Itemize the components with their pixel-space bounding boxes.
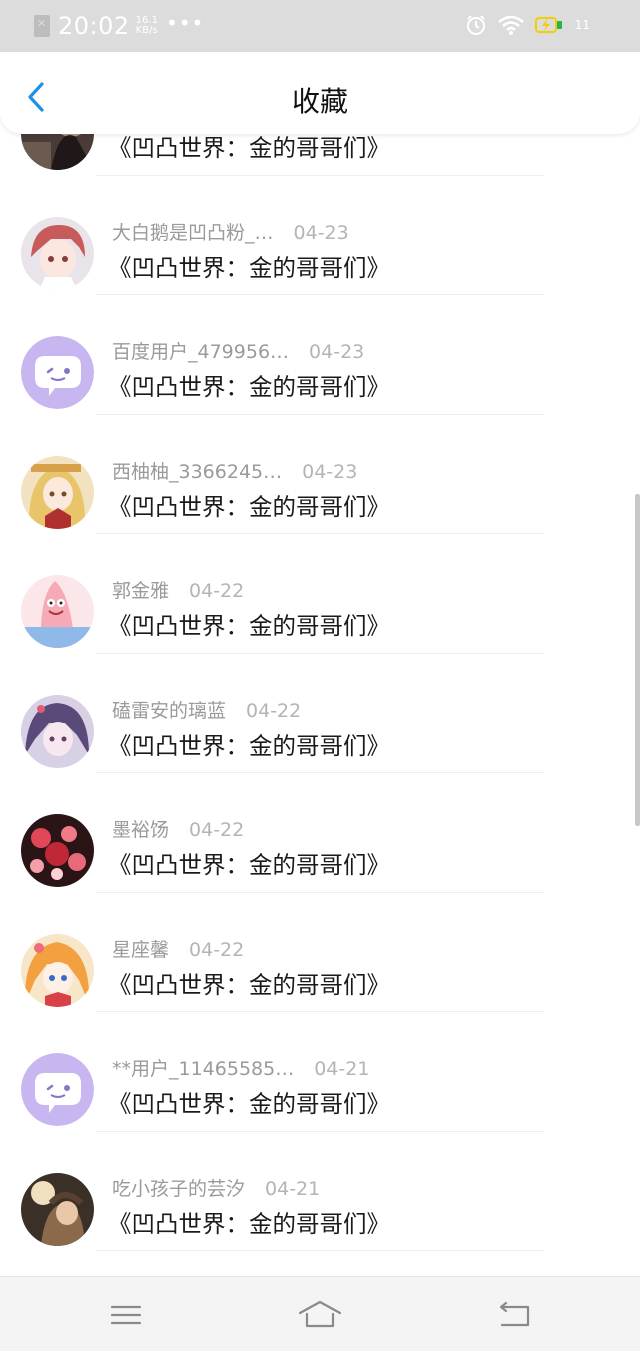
item-title[interactable]: 《凹凸世界：金的哥哥们》 [108,1085,390,1119]
username: 大白鹅是凹凸粉_… [112,221,274,244]
favorites-list[interactable]: 《凹凸世界：金的哥哥们》 大白鹅是凹凸粉_… 04-23 《凹凸世界：金的哥哥们》 [0,134,640,1276]
item-date: 04-23 [293,221,349,244]
avatar[interactable] [21,933,94,1007]
username: 墨裕饧 [112,819,170,841]
item-date: 04-22 [189,819,245,841]
item-meta: 郭金雅 04-22 [112,576,244,603]
item-meta: 大白鹅是凹凸粉_… 04-23 [112,218,349,245]
item-meta: 百度用户_479956… 04-23 [112,337,364,364]
item-title[interactable]: 《凹凸世界：金的哥哥们》 [108,488,390,522]
menu-icon[interactable] [106,1299,146,1331]
back-icon[interactable] [494,1299,534,1331]
username: 百度用户_479956… [112,341,290,363]
battery-level: 11 [574,18,590,32]
item-title[interactable]: 《凹凸世界：金的哥哥们》 [108,846,390,880]
scrollbar[interactable] [635,494,640,826]
item-meta: 西柚柚_3366245… 04-23 [112,457,357,484]
item-title[interactable]: 《凹凸世界：金的哥哥们》 [108,134,390,163]
item-date: 04-21 [314,1058,370,1080]
avatar[interactable] [21,1172,94,1246]
home-icon[interactable] [298,1299,342,1331]
item-meta: 星座馨 04-22 [112,935,244,962]
status-bar: 20:02 16.1 KB/s ••• 11 [0,0,640,52]
item-date: 04-21 [265,1177,321,1200]
more-notifications: ••• [165,11,205,35]
list-item[interactable]: 郭金雅 04-22 《凹凸世界：金的哥哥们》 [0,534,640,654]
avatar[interactable] [21,134,94,170]
sim-off-icon [34,15,50,37]
avatar[interactable] [21,216,94,290]
item-title[interactable]: 《凹凸世界：金的哥哥们》 [108,607,390,641]
list-item[interactable]: **用户_11465585… 04-21 《凹凸世界：金的哥哥们》 [0,1012,640,1132]
item-meta: 吃小孩子的芸汐 04-21 [112,1174,320,1201]
charging-icon [534,17,562,33]
avatar[interactable] [21,336,94,409]
avatar[interactable] [21,575,94,648]
list-item[interactable]: 西柚柚_3366245… 04-23 《凹凸世界：金的哥哥们》 [0,415,640,534]
list-item[interactable]: 星座馨 04-22 《凹凸世界：金的哥哥们》 [0,893,640,1012]
app-header: 收藏 [0,52,640,134]
item-title[interactable]: 《凹凸世界：金的哥哥们》 [108,368,390,402]
alarm-icon [466,15,485,35]
divider [96,1250,544,1251]
list-item[interactable]: 百度用户_479956… 04-23 《凹凸世界：金的哥哥们》 [0,295,640,415]
username: 西柚柚_3366245… [112,460,283,483]
list-item[interactable]: 磕雷安的璃蓝 04-22 《凹凸世界：金的哥哥们》 [0,654,640,773]
item-title[interactable]: 《凹凸世界：金的哥哥们》 [108,966,390,1000]
item-meta: 磕雷安的璃蓝 04-22 [112,696,301,723]
network-speed: 16.1 KB/s [136,16,158,36]
item-title[interactable]: 《凹凸世界：金的哥哥们》 [108,249,390,283]
item-date: 04-22 [189,580,245,602]
avatar[interactable] [21,1053,94,1126]
avatar[interactable] [21,814,94,887]
username: **用户_11465585… [112,1058,295,1080]
item-date: 04-23 [309,341,365,363]
wifi-icon [497,15,524,35]
username: 郭金雅 [112,580,170,602]
status-time: 20:02 [58,12,130,40]
avatar[interactable] [21,455,94,529]
avatar[interactable] [21,694,94,768]
item-date: 04-22 [246,699,302,722]
username: 磕雷安的璃蓝 [112,699,227,722]
list-item[interactable]: 《凹凸世界：金的哥哥们》 [0,134,640,176]
username: 吃小孩子的芸汐 [112,1177,246,1200]
item-date: 04-23 [302,460,358,483]
list-item[interactable]: 墨裕饧 04-22 《凹凸世界：金的哥哥们》 [0,773,640,893]
list-item[interactable]: 吃小孩子的芸汐 04-21 《凹凸世界：金的哥哥们》 [0,1132,640,1251]
system-nav-bar [0,1276,640,1351]
item-date: 04-22 [189,938,245,961]
item-title[interactable]: 《凹凸世界：金的哥哥们》 [108,1205,390,1239]
item-meta: **用户_11465585… 04-21 [112,1054,369,1081]
list-item[interactable]: 大白鹅是凹凸粉_… 04-23 《凹凸世界：金的哥哥们》 [0,176,640,295]
speed-unit: KB/s [135,25,158,36]
page-title: 收藏 [291,85,348,118]
item-title[interactable]: 《凹凸世界：金的哥哥们》 [108,727,390,761]
item-meta: 墨裕饧 04-22 [112,815,244,842]
username: 星座馨 [112,938,170,961]
